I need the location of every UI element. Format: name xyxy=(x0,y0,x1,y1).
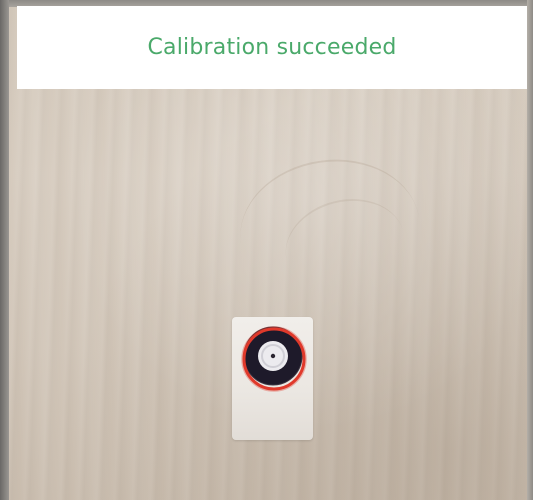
viewport-edge-left xyxy=(0,0,9,500)
status-message: Calibration succeeded xyxy=(147,35,397,60)
marker-center-dot xyxy=(270,353,276,359)
status-banner: Calibration succeeded xyxy=(17,6,527,89)
calibration-marker-icon xyxy=(241,326,307,392)
viewport-edge-right xyxy=(527,0,533,500)
calibration-screen: Calibration succeeded xyxy=(0,0,533,500)
